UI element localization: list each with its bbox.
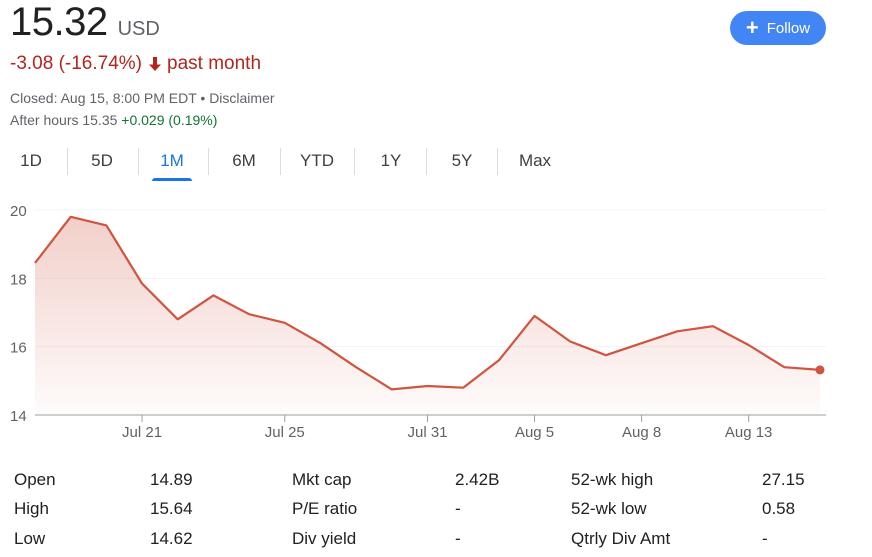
currency-label: USD xyxy=(117,18,160,40)
current-price: 15.32 xyxy=(10,0,108,44)
tab-divider xyxy=(138,148,139,175)
range-tabs: 1D 5D 1M 6M YTD 1Y 5Y Max xyxy=(0,145,560,181)
after-hours-price: After hours 15.35 xyxy=(10,112,118,128)
tab-6m[interactable]: 6M xyxy=(223,145,265,181)
follow-label: Follow xyxy=(766,19,811,37)
stat-label-high: High xyxy=(14,499,49,518)
tab-divider xyxy=(426,148,427,175)
y-tick-label: 14 xyxy=(10,408,27,425)
tab-divider xyxy=(354,148,355,175)
follow-button[interactable]: + Follow xyxy=(730,11,826,45)
stat-label-52wk-low: 52-wk low xyxy=(571,499,647,518)
tab-1d[interactable]: 1D xyxy=(11,145,51,181)
stat-value-open: 14.89 xyxy=(150,470,193,489)
change-value: -3.08 (-16.74%) xyxy=(10,53,143,74)
stat-label-52wk-high: 52-wk high xyxy=(571,470,654,489)
price-chart[interactable]: 20 18 16 14 Jul 21 Jul 25 Jul 31 Aug 5 Aug 8 Aug … xyxy=(0,195,872,455)
stat-value-52wk-high: 27.15 xyxy=(762,470,805,489)
tab-5d[interactable]: 5D xyxy=(82,145,122,181)
y-tick-label: 16 xyxy=(10,340,27,357)
stat-label-pe-ratio: P/E ratio xyxy=(292,499,358,518)
y-tick-label: 18 xyxy=(10,271,27,288)
stat-value-high: 15.64 xyxy=(150,499,193,518)
x-tick-label: Aug 8 xyxy=(622,424,661,441)
change-period: past month xyxy=(167,53,262,74)
stat-label-mkt-cap: Mkt cap xyxy=(292,470,352,489)
stat-value-52wk-low: 0.58 xyxy=(762,499,796,518)
tab-divider xyxy=(67,148,68,175)
after-hours: After hours 15.35 +0.029 (0.19%) xyxy=(10,112,217,128)
closed-status: Closed: Aug 15, 8:00 PM EDT • Disclaimer xyxy=(10,90,275,106)
stat-label-div-yield: Div yield xyxy=(292,529,357,548)
stat-value-qtrly-div: - xyxy=(762,529,768,548)
tab-divider xyxy=(280,148,281,175)
x-tick-label: Jul 21 xyxy=(122,424,162,441)
x-tick-label: Jul 25 xyxy=(265,424,305,441)
after-hours-change: +0.029 (0.19%) xyxy=(121,112,218,128)
tab-max[interactable]: Max xyxy=(513,145,557,181)
price-change: -3.08 (-16.74%) past month xyxy=(10,53,261,75)
stat-label-open: Open xyxy=(14,470,56,489)
tab-ytd[interactable]: YTD xyxy=(294,145,340,181)
arrow-down-icon xyxy=(148,56,162,72)
stat-value-div-yield: - xyxy=(455,529,461,548)
tab-1y[interactable]: 1Y xyxy=(371,145,411,181)
tab-divider xyxy=(208,148,209,175)
x-tick-label: Jul 31 xyxy=(407,424,447,441)
tab-1m[interactable]: 1M xyxy=(152,145,192,181)
price-header: 15.32 USD xyxy=(10,0,160,45)
stat-value-pe-ratio: - xyxy=(455,499,461,518)
tab-5y[interactable]: 5Y xyxy=(442,145,482,181)
stat-label-qtrly-div: Qtrly Div Amt xyxy=(571,529,671,548)
stat-label-low: Low xyxy=(14,529,46,548)
y-tick-label: 20 xyxy=(10,203,27,220)
tab-divider xyxy=(497,148,498,175)
last-price-dot xyxy=(815,365,825,375)
x-tick-label: Aug 13 xyxy=(725,424,773,441)
plus-icon: + xyxy=(745,15,759,40)
stat-value-mkt-cap: 2.42B xyxy=(455,470,500,489)
stat-value-low: 14.62 xyxy=(150,529,193,548)
x-tick-label: Aug 5 xyxy=(515,424,554,441)
